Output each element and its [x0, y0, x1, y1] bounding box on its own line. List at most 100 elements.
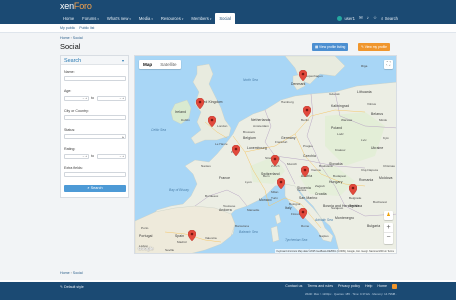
search-button[interactable]: ⌕ Search	[381, 16, 398, 22]
breadcrumb-link[interactable]: Home	[60, 36, 70, 40]
city-label: Bologna	[289, 202, 301, 206]
nav-tab-home[interactable]: Home	[59, 13, 78, 24]
chevron-down-icon[interactable]: ▾	[210, 17, 212, 21]
user-menu[interactable]: user1	[337, 16, 355, 22]
profile-listing-button[interactable]: ▦ View profile listing	[312, 43, 349, 51]
country-label: Montenegro	[335, 216, 355, 220]
country-label: Denmark	[291, 82, 306, 86]
map-canvas[interactable]	[135, 56, 397, 254]
age-to-input[interactable]: − +	[97, 96, 126, 101]
site-header: xenForo	[0, 0, 456, 13]
map-marker-icon[interactable]	[277, 178, 285, 189]
age-from-input[interactable]: − +	[64, 96, 89, 101]
chevron-down-icon[interactable]: ▾	[151, 17, 153, 21]
footer-link-terms[interactable]: Terms and rules	[307, 284, 333, 289]
footer-link-home[interactable]: Home	[377, 284, 387, 289]
nav-tab-social[interactable]: Social	[215, 13, 235, 24]
status-select[interactable]: ▸	[64, 134, 126, 139]
inbox-icon[interactable]: ✉	[359, 16, 363, 21]
zoom-in-button[interactable]: +	[384, 223, 393, 233]
map-type-map-button[interactable]: Map	[139, 60, 156, 69]
breadcrumb-link[interactable]: Social	[73, 36, 83, 40]
breadcrumb-bottom: Home›Social	[60, 271, 83, 275]
footer-link-privacy[interactable]: Privacy policy	[338, 284, 360, 289]
map-marker-icon[interactable]	[208, 116, 216, 127]
country-label: Poland	[331, 126, 343, 130]
footer-link-help[interactable]: Help	[365, 284, 372, 289]
subnav-item[interactable]: My public	[60, 26, 75, 30]
style-chooser[interactable]: ✎ Default style	[60, 285, 84, 289]
city-input[interactable]	[64, 115, 126, 120]
sidebar-heading[interactable]: Search ▾	[61, 56, 128, 65]
chevron-down-icon[interactable]: ▾	[182, 17, 184, 21]
chevron-down-icon[interactable]: ▾	[122, 58, 124, 63]
fullscreen-icon[interactable]: ⛶	[384, 60, 393, 69]
map-marker-icon[interactable]	[271, 155, 279, 166]
country-label: Moldova	[379, 176, 393, 180]
country-label: Ukraine	[371, 146, 384, 150]
map-marker-icon[interactable]	[232, 145, 240, 156]
sea-label: Bay of Biscay	[169, 188, 189, 192]
country-label: Czechia	[303, 154, 316, 158]
rss-icon[interactable]	[392, 284, 397, 289]
extra-fields-input[interactable]	[64, 172, 126, 177]
city-label: Frankfurt	[275, 140, 288, 144]
country-label: Hungary	[329, 180, 343, 184]
map-marker-icon[interactable]	[303, 106, 311, 117]
city-label: Hamburg	[281, 100, 294, 104]
chevron-down-icon[interactable]: ▾	[129, 17, 131, 21]
chevron-down-icon[interactable]: ▾	[97, 17, 99, 21]
site-footer: ✎ Default style Contact us Terms and rul…	[0, 282, 456, 300]
my-profile-button[interactable]: ✎ View my profile	[358, 43, 390, 51]
city-label: Prague	[303, 144, 313, 148]
city-label: Marseille	[247, 208, 260, 212]
city-label: Lviv	[361, 138, 367, 142]
city-label: Rome	[301, 224, 310, 228]
map-marker-icon[interactable]	[196, 98, 204, 109]
footer-link-contact[interactable]: Contact us	[285, 284, 302, 289]
map-marker-icon[interactable]	[299, 208, 307, 219]
city-label: Bern	[263, 174, 270, 178]
city-label: Chisinau	[383, 164, 396, 168]
members-map[interactable]: Celtic Sea North Sea Bay of Biscay Adria…	[134, 55, 397, 254]
chevron-down-icon: ▸	[122, 135, 124, 139]
city-label: Vilnius	[367, 102, 377, 106]
nav-tab-whats-new[interactable]: What's new▾	[103, 13, 135, 24]
city-label: Turin	[271, 196, 278, 200]
nav-tab-media[interactable]: Media▾	[135, 13, 157, 24]
city-label: Seville	[165, 248, 175, 252]
rating-to-input[interactable]: − +	[97, 154, 126, 159]
map-marker-icon[interactable]	[188, 230, 196, 241]
sea-label: Tyrrhenian Sea	[285, 238, 308, 242]
country-label: San Marino	[299, 196, 318, 200]
search-icon: ⌕	[381, 15, 384, 21]
breadcrumb-link[interactable]: Home	[60, 271, 70, 275]
map-marker-icon[interactable]	[301, 166, 309, 177]
city-label: Gdansk	[329, 92, 340, 96]
country-label: Andorra	[219, 208, 232, 212]
sea-label: Adriatic Sea	[315, 218, 333, 222]
country-label: Monaco	[259, 198, 272, 202]
breadcrumb-link[interactable]: Social	[73, 271, 83, 275]
city-label: Valencia	[205, 236, 217, 240]
map-marker-icon[interactable]	[299, 70, 307, 81]
country-label: Portugal	[139, 234, 153, 238]
rating-from-input[interactable]: − +	[64, 154, 89, 159]
nav-tab-resources[interactable]: Resources▾	[157, 13, 188, 24]
name-input[interactable]	[64, 76, 126, 81]
subnav-item[interactable]: Public list	[79, 26, 94, 30]
map-marker-icon[interactable]	[349, 184, 357, 195]
search-submit-button[interactable]: ⌕ Search	[64, 185, 126, 192]
page-title: Social	[60, 42, 81, 51]
site-logo[interactable]: xenForo	[60, 1, 92, 11]
bell-icon[interactable]: ♪	[367, 16, 369, 21]
street-view-icon[interactable]: ♟	[384, 211, 393, 220]
rating-label: Rating:	[64, 147, 76, 151]
map-type-satellite-button[interactable]: Satellite	[156, 60, 180, 69]
breadcrumb: Home›Social	[60, 36, 83, 40]
nav-tab-forums[interactable]: Forums▾	[78, 13, 103, 24]
map-attribution[interactable]: Keyboard shortcuts Map data ©2025 GeoBas…	[274, 249, 396, 253]
star-icon[interactable]: ☆	[373, 16, 377, 21]
nav-tab-members[interactable]: Members▾	[187, 13, 215, 24]
zoom-out-button[interactable]: −	[384, 233, 393, 243]
